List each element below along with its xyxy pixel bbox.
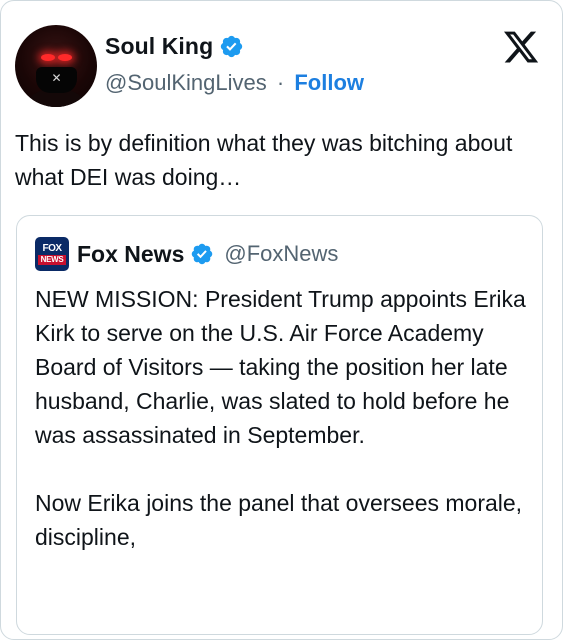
fox-news-logo-top: FOX xyxy=(42,243,62,254)
quoted-paragraph-2: Now Erika joins the panel that oversees … xyxy=(35,490,523,550)
quoted-display-name: Fox News xyxy=(77,240,185,267)
avatar-eye-left xyxy=(41,54,55,61)
avatar-eye-right xyxy=(58,54,72,61)
verified-badge-icon xyxy=(192,243,213,265)
quoted-paragraph-1: NEW MISSION: President Trump appoints Er… xyxy=(35,286,526,448)
x-logo-icon[interactable] xyxy=(501,28,541,66)
author-handle[interactable]: @SoulKingLives xyxy=(105,70,267,95)
author-name-row: Soul King xyxy=(105,31,244,61)
follow-button[interactable]: Follow xyxy=(294,70,364,95)
separator-dot: · xyxy=(276,70,285,95)
author-handle-row: @SoulKingLives · Follow xyxy=(105,70,364,96)
fox-news-logo-bottom: NEWS xyxy=(38,255,66,265)
avatar-mask-emblem: ✕ xyxy=(51,71,62,85)
tweet-card: ✕ Soul King @SoulKingLives · Follow This… xyxy=(0,0,563,640)
author-display-name[interactable]: Soul King xyxy=(105,33,213,60)
quoted-tweet-text: NEW MISSION: President Trump appoints Er… xyxy=(35,282,535,554)
quoted-tweet[interactable]: FOX NEWS Fox News @FoxNews NEW MISSION: … xyxy=(16,215,543,635)
fox-news-logo: FOX NEWS xyxy=(35,237,69,271)
quoted-author-row: Fox News @FoxNews xyxy=(77,238,338,270)
quoted-handle: @FoxNews xyxy=(224,241,339,266)
tweet-text: This is by definition what they was bitc… xyxy=(15,130,513,190)
verified-badge-icon xyxy=(221,35,243,57)
avatar[interactable]: ✕ xyxy=(15,25,97,107)
